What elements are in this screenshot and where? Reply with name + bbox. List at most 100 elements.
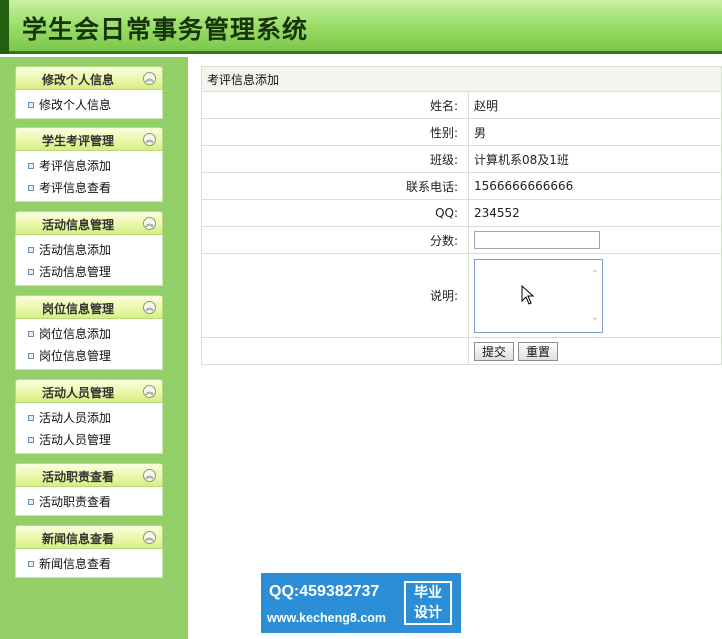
menu-group-body: 活动职责查看 xyxy=(15,487,163,516)
menu-group-activity: 活动信息管理 ︽ 活动信息添加 活动信息管理 xyxy=(15,211,163,286)
collapse-icon[interactable]: ︽ xyxy=(143,133,156,146)
menu-group-profile: 修改个人信息 ︽ 修改个人信息 xyxy=(15,66,163,119)
watermark-badge: 毕业 设计 xyxy=(404,581,452,625)
app-header: 学生会日常事务管理系统 xyxy=(0,0,722,54)
scroll-down-icon[interactable]: ⌄ xyxy=(591,312,599,323)
collapse-icon[interactable]: ︽ xyxy=(143,301,156,314)
sidebar-item-evaluation-view[interactable]: 考评信息查看 xyxy=(16,177,162,199)
watermark-badge-line2: 设计 xyxy=(414,605,442,621)
menu-group-header[interactable]: 活动信息管理 ︽ xyxy=(15,211,163,235)
collapse-icon[interactable]: ︽ xyxy=(143,217,156,230)
phone-value: 1566666666666 xyxy=(468,172,722,200)
watermark-badge-line1: 毕业 xyxy=(414,585,442,601)
sidebar-item-label: 考评信息添加 xyxy=(39,159,112,173)
collapse-icon[interactable]: ︽ xyxy=(143,385,156,398)
sidebar-item-evaluation-add[interactable]: 考评信息添加 xyxy=(16,155,162,177)
form-caption: 考评信息添加 xyxy=(201,66,722,92)
menu-group-title: 活动职责查看 xyxy=(41,470,114,484)
sidebar-item-position-add[interactable]: 岗位信息添加 xyxy=(16,323,162,345)
menu-group-header[interactable]: 修改个人信息 ︽ xyxy=(15,66,163,90)
menu-group-title: 活动信息管理 xyxy=(41,218,114,232)
sidebar-item-label: 修改个人信息 xyxy=(39,98,112,112)
bullet-icon xyxy=(28,246,34,253)
header-accent-bar xyxy=(0,0,9,54)
menu-group-header[interactable]: 新闻信息查看 ︽ xyxy=(15,525,163,549)
phone-label: 联系电话: xyxy=(201,172,469,200)
sidebar-item-activity-add[interactable]: 活动信息添加 xyxy=(16,239,162,261)
sidebar-item-staff-manage[interactable]: 活动人员管理 xyxy=(16,429,162,451)
sidebar-item-label: 考评信息查看 xyxy=(39,181,112,195)
reset-button[interactable]: 重置 xyxy=(518,341,559,361)
bullet-icon xyxy=(28,436,34,443)
description-wrapper: ⌃ ⌄ xyxy=(474,258,603,333)
sidebar-item-news-view[interactable]: 新闻信息查看 xyxy=(16,553,162,575)
menu-group-title: 活动人员管理 xyxy=(41,386,114,400)
sidebar-item-activity-manage[interactable]: 活动信息管理 xyxy=(16,261,162,283)
form-row-qq: QQ: 234552 xyxy=(201,199,722,227)
gender-value: 男 xyxy=(468,118,722,146)
sidebar-item-label: 岗位信息添加 xyxy=(39,327,112,341)
app-title: 学生会日常事务管理系统 xyxy=(22,15,309,44)
mouse-cursor-icon xyxy=(521,284,535,305)
sidebar-item-label: 活动职责查看 xyxy=(39,495,112,509)
watermark-banner: QQ:459382737 www.kecheng8.com 毕业 设计 xyxy=(261,573,461,633)
bullet-icon xyxy=(28,101,34,108)
menu-group-body: 新闻信息查看 xyxy=(15,549,163,578)
submit-button[interactable]: 提交 xyxy=(474,341,515,361)
bullet-icon xyxy=(28,352,34,359)
gender-label: 性别: xyxy=(201,118,469,146)
menu-group-header[interactable]: 活动人员管理 ︽ xyxy=(15,379,163,403)
bullet-icon xyxy=(28,184,34,191)
sidebar: 修改个人信息 ︽ 修改个人信息 学生考评管理 ︽ 考评信息添加 考评信息查看 活… xyxy=(0,57,188,639)
sidebar-item-position-manage[interactable]: 岗位信息管理 xyxy=(16,345,162,367)
bullet-icon xyxy=(28,330,34,337)
menu-group-title: 修改个人信息 xyxy=(41,73,114,87)
menu-group-header[interactable]: 学生考评管理 ︽ xyxy=(15,127,163,151)
form-row-class: 班级: 计算机系08及1班 xyxy=(201,145,722,173)
description-textarea[interactable] xyxy=(474,258,603,333)
menu-group-title: 岗位信息管理 xyxy=(41,302,114,316)
sidebar-item-label: 新闻信息查看 xyxy=(39,557,112,571)
name-value: 赵明 xyxy=(468,91,722,119)
qq-label: QQ: xyxy=(201,199,469,227)
collapse-icon[interactable]: ︽ xyxy=(143,469,156,482)
actions-spacer xyxy=(201,337,469,365)
collapse-icon[interactable]: ︽ xyxy=(143,531,156,544)
form-row-actions: 提交 重置 xyxy=(201,337,722,365)
watermark-qq: QQ:459382737 xyxy=(269,583,380,600)
score-label: 分数: xyxy=(201,226,469,254)
menu-group-title: 新闻信息查看 xyxy=(41,532,114,546)
sidebar-item-label: 活动信息管理 xyxy=(39,265,112,279)
menu-group-header[interactable]: 岗位信息管理 ︽ xyxy=(15,295,163,319)
menu-group-duty: 活动职责查看 ︽ 活动职责查看 xyxy=(15,463,163,516)
class-value: 计算机系08及1班 xyxy=(468,145,722,173)
bullet-icon xyxy=(28,560,34,567)
menu-group-body: 修改个人信息 xyxy=(15,90,163,119)
description-cell: ⌃ ⌄ xyxy=(468,253,722,338)
sidebar-item-label: 活动人员添加 xyxy=(39,411,112,425)
sidebar-item-label: 活动信息添加 xyxy=(39,243,112,257)
menu-group-news: 新闻信息查看 ︽ 新闻信息查看 xyxy=(15,525,163,578)
menu-group-title: 学生考评管理 xyxy=(41,134,114,148)
score-input[interactable] xyxy=(474,231,600,249)
sidebar-item-label: 活动人员管理 xyxy=(39,433,112,447)
scroll-up-icon[interactable]: ⌃ xyxy=(591,269,599,280)
sidebar-item-edit-profile[interactable]: 修改个人信息 xyxy=(16,94,162,116)
form-row-score: 分数: xyxy=(201,226,722,254)
qq-value: 234552 xyxy=(468,199,722,227)
form-row-phone: 联系电话: 1566666666666 xyxy=(201,172,722,200)
sidebar-item-staff-add[interactable]: 活动人员添加 xyxy=(16,407,162,429)
form-row-name: 姓名: 赵明 xyxy=(201,91,722,119)
name-label: 姓名: xyxy=(201,91,469,119)
form-row-gender: 性别: 男 xyxy=(201,118,722,146)
menu-group-header[interactable]: 活动职责查看 ︽ xyxy=(15,463,163,487)
bullet-icon xyxy=(28,414,34,421)
sidebar-item-duty-view[interactable]: 活动职责查看 xyxy=(16,491,162,513)
actions-cell: 提交 重置 xyxy=(468,337,722,365)
menu-group-staff: 活动人员管理 ︽ 活动人员添加 活动人员管理 xyxy=(15,379,163,454)
bullet-icon xyxy=(28,268,34,275)
bullet-icon xyxy=(28,498,34,505)
menu-group-body: 考评信息添加 考评信息查看 xyxy=(15,151,163,202)
evaluation-form: 考评信息添加 姓名: 赵明 性别: 男 班级: 计算机系08及1班 联系电话: … xyxy=(201,66,722,365)
collapse-icon[interactable]: ︽ xyxy=(143,72,156,85)
